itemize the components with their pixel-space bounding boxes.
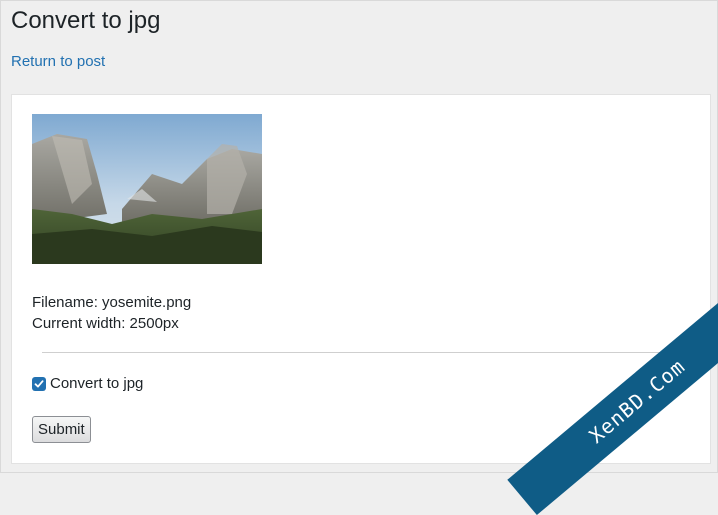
page-title: Convert to jpg (11, 7, 161, 34)
landscape-image-icon (32, 114, 262, 264)
checkmark-icon (34, 379, 44, 387)
filename-text: Filename: yosemite.png (32, 294, 192, 311)
image-thumbnail (32, 114, 262, 264)
submit-button[interactable]: Submit (32, 416, 91, 443)
page-frame: Convert to jpg Return to post Filename: … (0, 0, 718, 515)
convert-checkbox-label: Convert to jpg (50, 375, 144, 392)
return-to-post-link[interactable]: Return to post (11, 53, 105, 70)
divider (42, 352, 679, 353)
file-info: Filename: yosemite.png Current width: 25… (32, 292, 191, 334)
convert-option[interactable]: Convert to jpg (32, 375, 143, 392)
current-width-text: Current width: 2500px (32, 315, 179, 332)
convert-checkbox[interactable] (32, 376, 46, 391)
